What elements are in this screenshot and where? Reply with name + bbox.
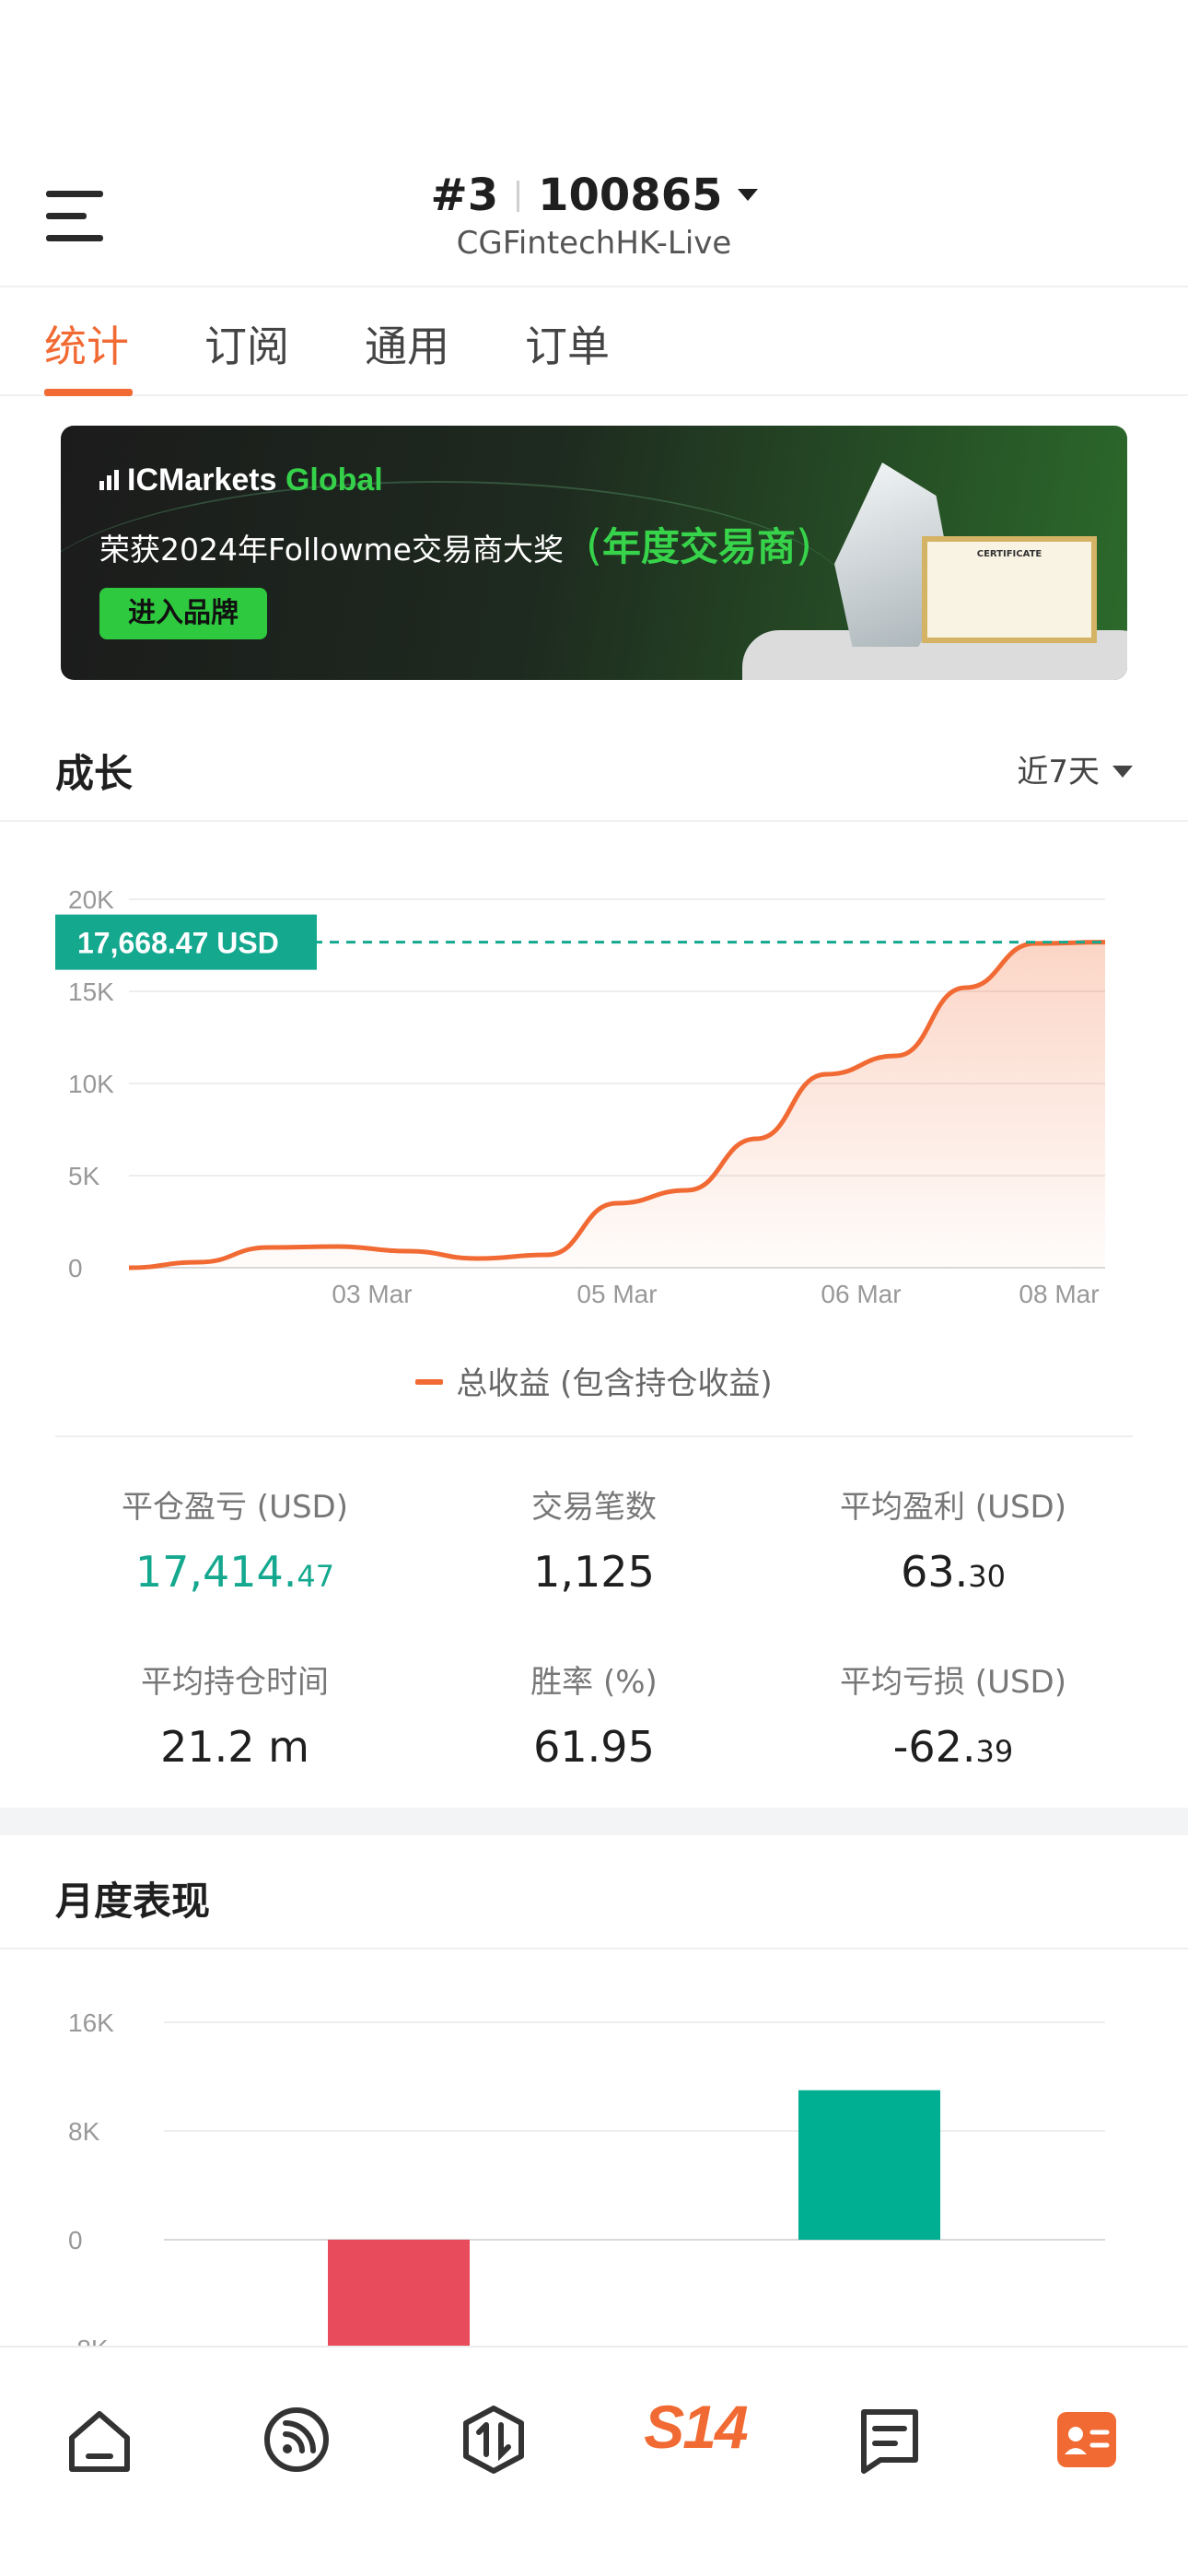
stat-avg-loss: 平均亏损 (USD) -62.39 (840, 1664, 1066, 1772)
account-header: #3 100865 CGFintechHK-Live (0, 147, 1188, 286)
tab-subscribe[interactable]: 订阅 (204, 313, 289, 374)
growth-header: 成长 近7天 (0, 709, 1188, 822)
stat-trade-count: 交易笔数 1,125 (531, 1489, 657, 1597)
stat-closed-pnl: 平仓盈亏 (USD) 17,414.47 (122, 1489, 348, 1597)
tab-bar: 统计 订阅 通用 订单 (0, 286, 1188, 396)
home-icon[interactable] (53, 2394, 146, 2486)
x-tick-label: 08 Mar (1019, 1280, 1099, 1308)
section-separator (0, 1808, 1188, 1835)
signal-bars-icon (99, 463, 122, 498)
divider (55, 1435, 1133, 1437)
range-dropdown[interactable]: 近7天 (1017, 746, 1133, 791)
stat-avg-hold-time: 平均持仓时间 21.2 m (141, 1664, 329, 1772)
tab-active-indicator (44, 389, 133, 396)
bottom-nav: S14 (0, 2346, 1188, 2576)
brand-logo: ICMarkets Global (99, 463, 383, 498)
monthly-bar (798, 2090, 940, 2240)
account-id: 100865 (538, 170, 723, 221)
laurel-right-icon: ) (795, 521, 812, 570)
y-tick-label: 0 (68, 2226, 83, 2254)
feed-icon[interactable] (250, 2394, 343, 2486)
monthly-header: 月度表现 (0, 1837, 1188, 1950)
profile-icon[interactable] (1041, 2394, 1133, 2486)
y-tick-label: 0 (68, 1254, 83, 1282)
y-tick-label: 20K (68, 885, 114, 914)
enter-brand-button[interactable]: 进入品牌 (99, 588, 267, 639)
server-name: CGFintechHK-Live (456, 225, 732, 262)
y-tick-label: 8K (68, 2117, 100, 2146)
app-screen: #3 100865 CGFintechHK-Live 统计 订阅 通用 订单 IC… (0, 0, 1188, 2576)
growth-chart: 20K 15K 10K 5K 0 03 Mar 05 Mar 06 Mar 08 Mar 17… (55, 885, 1106, 1308)
current-value-label: 17,668.47 USD (77, 927, 279, 960)
y-tick-label: 5K (68, 1162, 100, 1190)
promo-banner[interactable]: ICMarkets Global 荣获2024年Followme交易商大奖 (年… (61, 426, 1127, 680)
account-rank: #3 (430, 170, 499, 221)
x-tick-label: 03 Mar (332, 1280, 412, 1308)
monthly-title: 月度表现 (55, 1879, 211, 1924)
y-tick-label: 15K (68, 978, 114, 1006)
laurel-left-icon: ( (586, 521, 602, 570)
message-icon[interactable] (844, 2394, 936, 2486)
monthly-bar (328, 2240, 470, 2348)
monthly-chart: 16K8K0-8K (68, 2008, 1105, 2349)
y-tick-label: 10K (68, 1070, 114, 1098)
tab-general[interactable]: 通用 (365, 313, 449, 374)
trade-icon[interactable] (448, 2394, 540, 2486)
legend-swatch (415, 1379, 444, 1385)
chevron-down-icon (737, 189, 758, 201)
banner-text: 荣获2024年Followme交易商大奖 (99, 532, 564, 568)
stat-win-rate: 胜率 (%) 61.95 (530, 1664, 658, 1772)
growth-title: 成长 (55, 751, 134, 796)
tab-stats[interactable]: 统计 (44, 313, 129, 374)
award-title: (年度交易商) (586, 521, 812, 570)
certificate-image: CERTIFICATE (922, 536, 1097, 643)
stat-avg-profit: 平均盈利 (USD) 63.30 (840, 1489, 1066, 1597)
tab-orders[interactable]: 订单 (525, 313, 610, 374)
s14-brand-icon[interactable]: S14 (635, 2392, 755, 2462)
y-tick-label: 16K (68, 2008, 114, 2037)
x-tick-label: 05 Mar (577, 1280, 657, 1308)
caret-down-icon (1112, 766, 1133, 778)
account-selector[interactable]: #3 100865 (0, 170, 1188, 221)
growth-legend[interactable]: 总收益 (包含持仓收益) (0, 1358, 1188, 1403)
x-tick-label: 06 Mar (821, 1280, 901, 1308)
